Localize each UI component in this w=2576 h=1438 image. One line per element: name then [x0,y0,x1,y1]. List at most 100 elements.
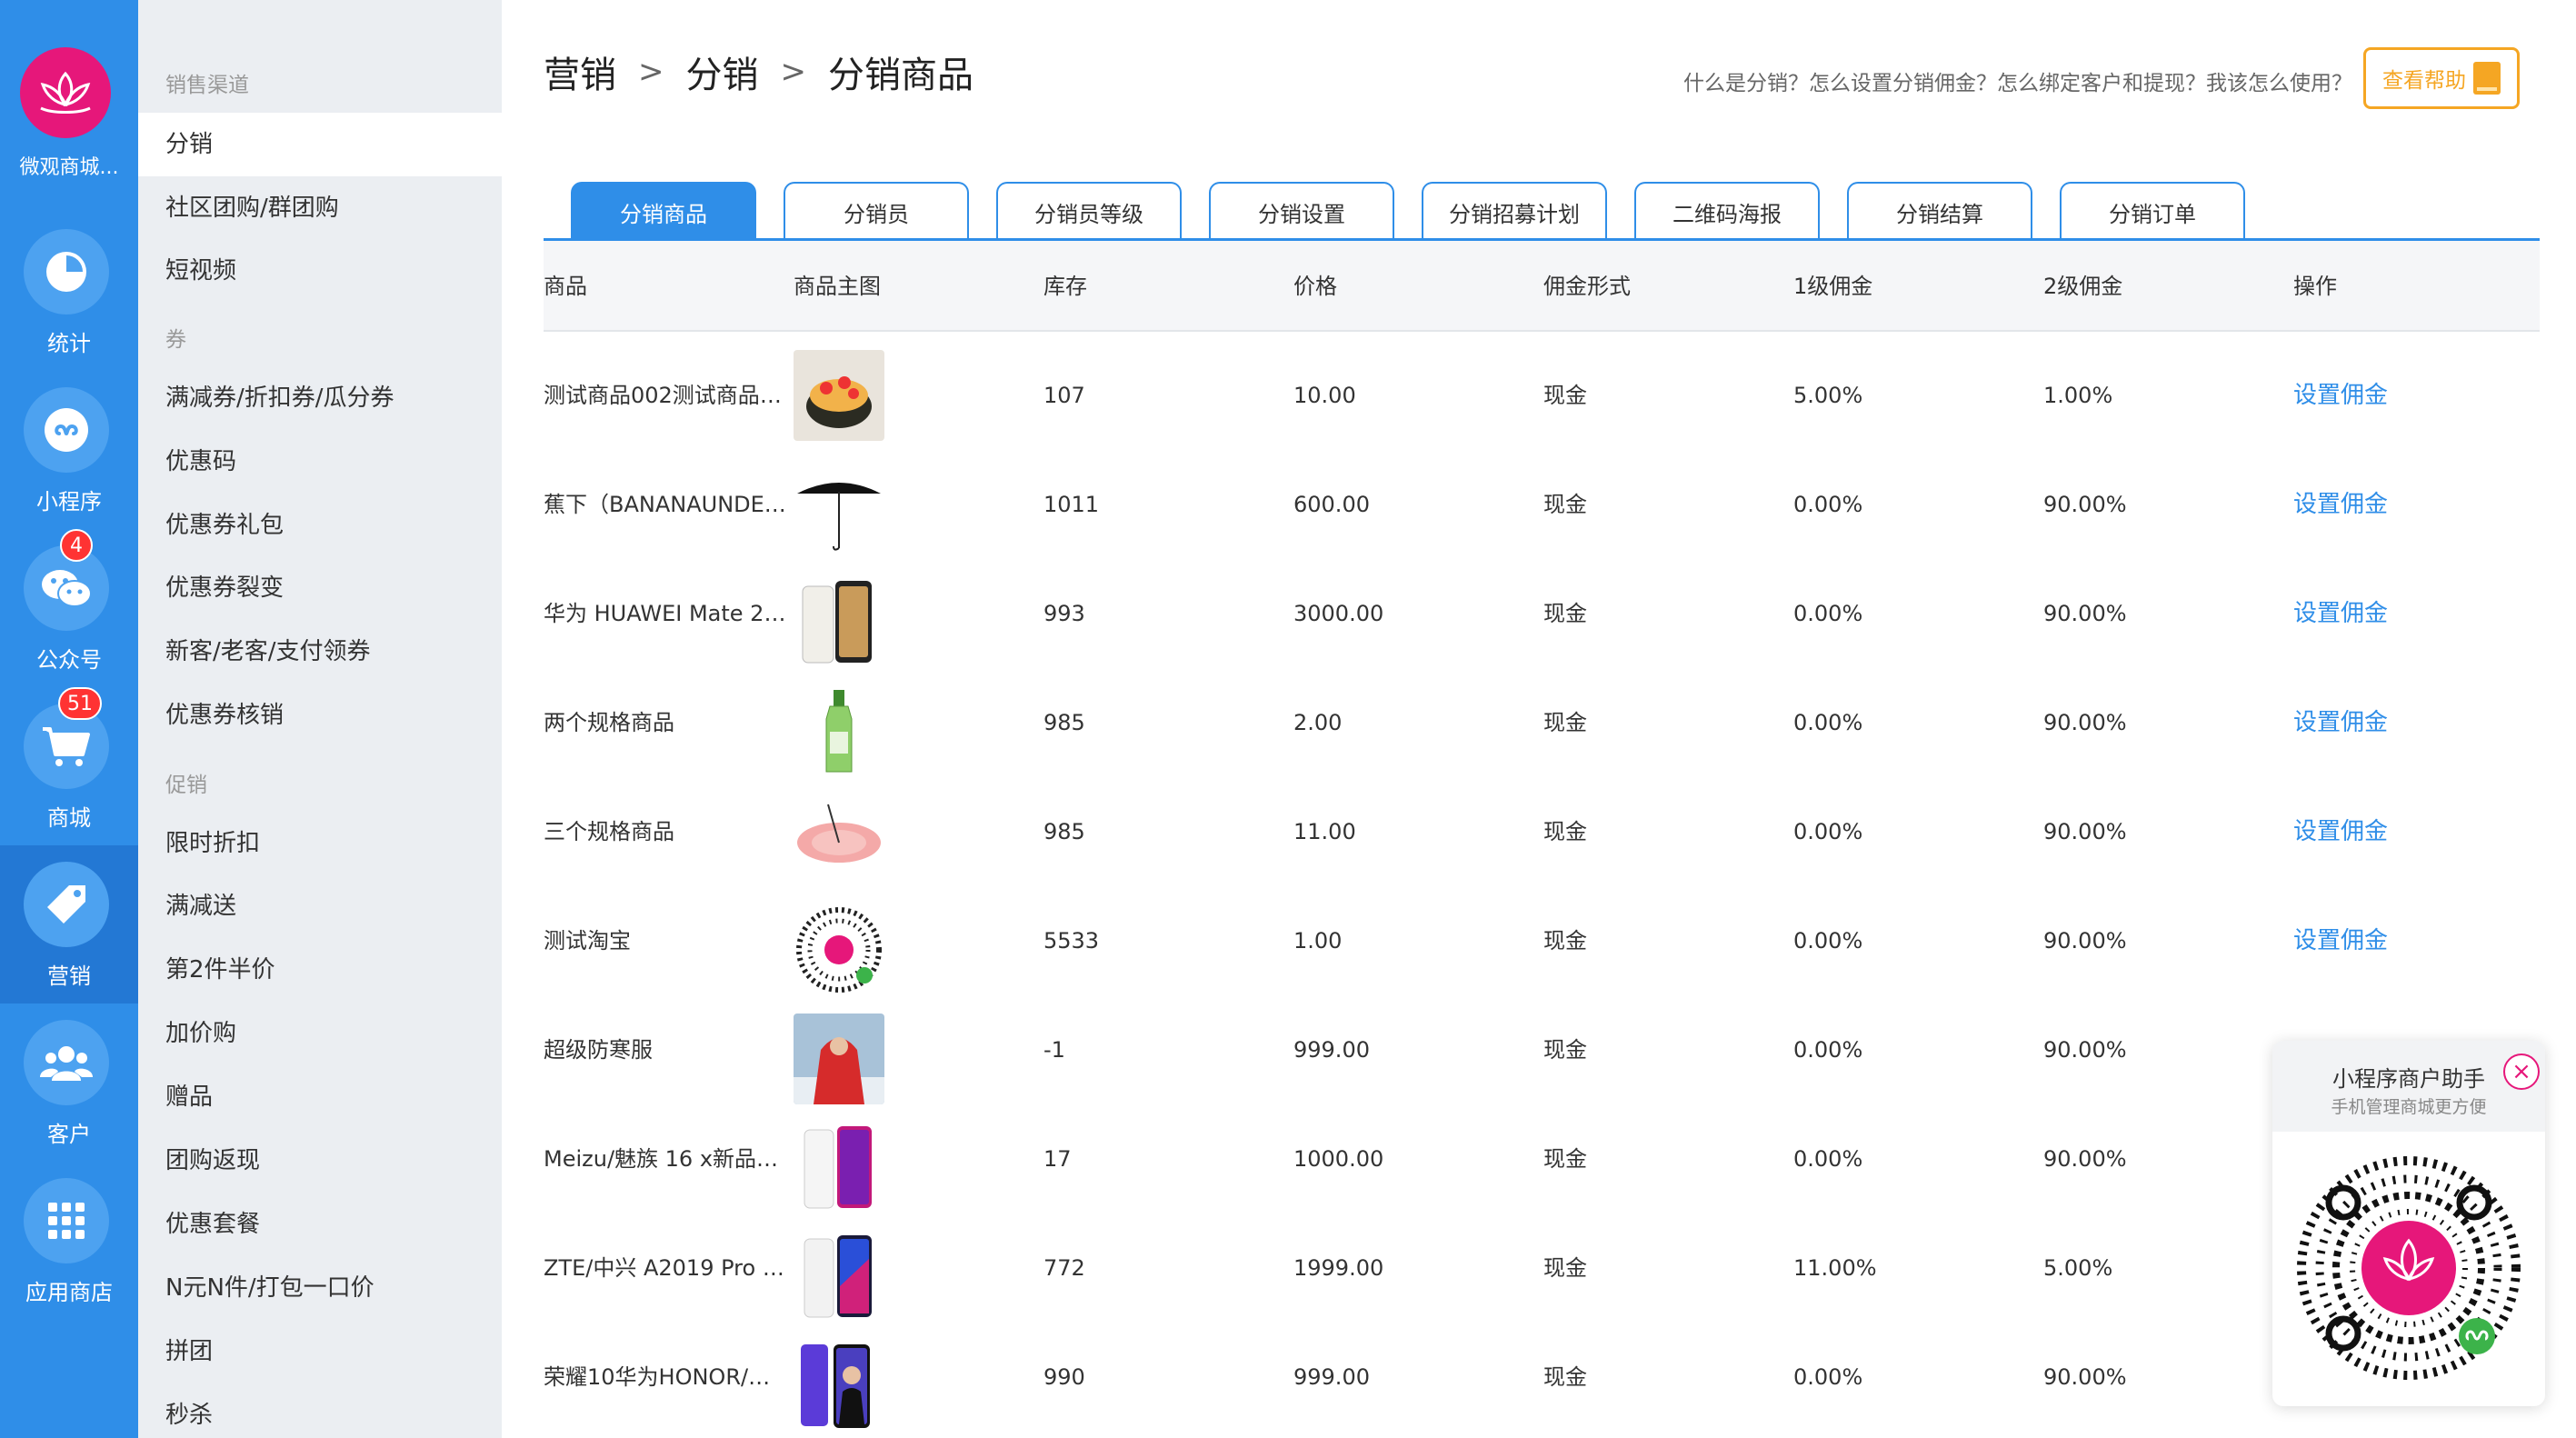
rail-item-customers[interactable]: 客户 [0,1004,138,1162]
mini-qr-image [794,904,884,995]
tab-distribution-products[interactable]: 分销商品 [571,182,756,240]
product-name: 蕉下（BANANAUNDER） [544,492,789,517]
rail-item-app-store[interactable]: 应用商店 [0,1162,138,1320]
shop-logo[interactable] [20,47,111,138]
rail-item-stats[interactable]: 统计 [0,213,138,371]
tab-distribution-settings[interactable]: 分销设置 [1209,182,1394,240]
set-commission-link[interactable]: 设置佣金 [2293,886,2388,995]
popup-header: 小程序商户助手 手机管理商城更方便 [2272,1041,2545,1132]
mini-program-icon [45,408,88,452]
sidebar-item-coupon-verify[interactable]: 优惠券核销 [138,684,502,747]
sidebar-item-full-reduce[interactable]: 满减送 [138,874,502,938]
users-icon [40,1046,93,1081]
rail-item-marketing[interactable]: 营销 [0,845,138,1004]
level1-commission: 0.00% [1793,601,1863,626]
set-commission-link[interactable]: 设置佣金 [2293,559,2388,668]
commission-form: 现金 [1543,1146,1587,1172]
set-commission-link[interactable]: 设置佣金 [2293,450,2388,559]
rail-item-official-account[interactable]: 4 公众号 [0,529,138,687]
shop-name[interactable]: 微观商城... [0,151,138,180]
column-header: 1级佣金 [1793,274,1873,299]
table-row: 两个规格商品 985 2.00 现金 0.00% 90.00% 设置佣金 [544,668,2540,777]
pie-chart-icon [46,252,86,292]
sidebar-item-promo-code[interactable]: 优惠码 [138,430,502,494]
sidebar-item-coupon-fission[interactable]: 优惠券裂变 [138,556,502,620]
product-image [794,350,884,441]
sidebar-item-gift[interactable]: 赠品 [138,1065,502,1129]
view-help-button[interactable]: 查看帮助 [2363,47,2520,109]
column-header: 商品主图 [794,274,881,299]
product-image [794,1341,884,1432]
tab-recruit-plan[interactable]: 分销招募计划 [1422,182,1607,240]
umbrella-image [794,468,884,559]
sidebar-item-flash-discount[interactable]: 限时折扣 [138,812,502,875]
mini-program-qr-code [2291,1150,2527,1386]
breadcrumb: 营销 > 分销 > 分销商品 [544,45,973,98]
product-name: 测试淘宝 [544,928,631,954]
sidebar-item-second-half[interactable]: 第2件半价 [138,938,502,1002]
sidebar-item-coupon-claim[interactable]: 新客/老客/支付领券 [138,620,502,684]
commission-form: 现金 [1543,601,1587,626]
column-header: 佣金形式 [1543,274,1631,299]
wechat-icon [42,570,92,607]
level1-commission: 11.00% [1793,1255,1877,1281]
rail-icon-bg [24,1020,109,1105]
set-commission-link[interactable]: 设置佣金 [2293,341,2388,450]
product-image [794,1232,884,1323]
sidebar-item-group-buy[interactable]: 拼团 [138,1320,502,1383]
level1-commission: 0.00% [1793,1146,1863,1172]
product-name: 荣耀10华为HONOR/荣耀10 [544,1364,789,1390]
icon-rail: 微观商城... 统计 小程序 4 公众号 51 商城 营销 客户 应用商店 [0,0,138,1438]
stock-value: 993 [1043,601,1085,626]
jacket-image [794,1014,884,1104]
sidebar-item-seckill[interactable]: 秒杀 [138,1383,502,1438]
sidebar-item-add-on[interactable]: 加价购 [138,1002,502,1065]
tab-qr-poster[interactable]: 二维码海报 [1634,182,1820,240]
sidebar-item-group-cashback[interactable]: 团购返现 [138,1129,502,1193]
sidebar-item-coupons[interactable]: 满减券/折扣券/瓜分券 [138,366,502,430]
help-button-label: 查看帮助 [2382,69,2466,93]
level1-commission: 0.00% [1793,1364,1863,1390]
rail-icon-bg [24,229,109,315]
sidebar-item-coupon-pack[interactable]: 优惠券礼包 [138,494,502,557]
sidebar-item-n-for-n[interactable]: N元N件/打包一口价 [138,1256,502,1320]
product-name: ZTE/中兴 A2019 Pro 手机 [544,1255,789,1281]
breadcrumb-distribution[interactable]: 分销 [686,45,759,98]
set-commission-link[interactable]: 设置佣金 [2293,777,2388,886]
merchant-assistant-popup: 小程序商户助手 手机管理商城更方便 × [2272,1041,2545,1406]
tab-distributor-levels[interactable]: 分销员等级 [996,182,1182,240]
sidebar-item-distribution[interactable]: 分销 [138,113,502,176]
sidebar-item-bundle[interactable]: 优惠套餐 [138,1193,502,1256]
group-label-promo: 促销 [165,774,207,797]
lotus-icon [40,71,91,114]
stock-value: 772 [1043,1255,1085,1281]
tab-settlement[interactable]: 分销结算 [1847,182,2032,240]
popup-subtitle: 手机管理商城更方便 [2331,1097,2487,1117]
set-commission-link[interactable]: 设置佣金 [2293,668,2388,777]
product-image [794,904,884,995]
help-links[interactable]: 什么是分销？怎么设置分销佣金？怎么绑定客户和提现？我该怎么使用？ [1683,65,2352,96]
stock-value: 107 [1043,383,1085,408]
price-value: 1.00 [1293,928,1343,954]
price-value: 1999.00 [1293,1255,1384,1281]
price-value: 11.00 [1293,819,1356,844]
commission-form: 现金 [1543,1364,1587,1390]
sidebar-item-short-video[interactable]: 短视频 [138,239,502,303]
stock-value: 985 [1043,710,1085,735]
bottle-image [794,686,884,777]
rail-label-official-account: 公众号 [36,647,102,673]
commission-form: 现金 [1543,492,1587,517]
tab-orders[interactable]: 分销订单 [2060,182,2245,240]
breadcrumb-marketing[interactable]: 营销 [544,45,616,98]
price-value: 3000.00 [1293,601,1384,626]
sidebar-item-community-group[interactable]: 社区团购/群团购 [138,176,502,240]
rail-item-mini-program[interactable]: 小程序 [0,371,138,529]
stock-value: 1011 [1043,492,1100,517]
rail-item-mall[interactable]: 51 商城 [0,687,138,845]
tab-distributors[interactable]: 分销员 [784,182,969,240]
product-name: 华为 HUAWEI Mate 20 Pro [544,601,789,626]
commission-form: 现金 [1543,1037,1587,1063]
close-icon[interactable]: × [2503,1054,2540,1090]
price-value: 2.00 [1293,710,1343,735]
level2-commission: 1.00% [2043,383,2113,408]
